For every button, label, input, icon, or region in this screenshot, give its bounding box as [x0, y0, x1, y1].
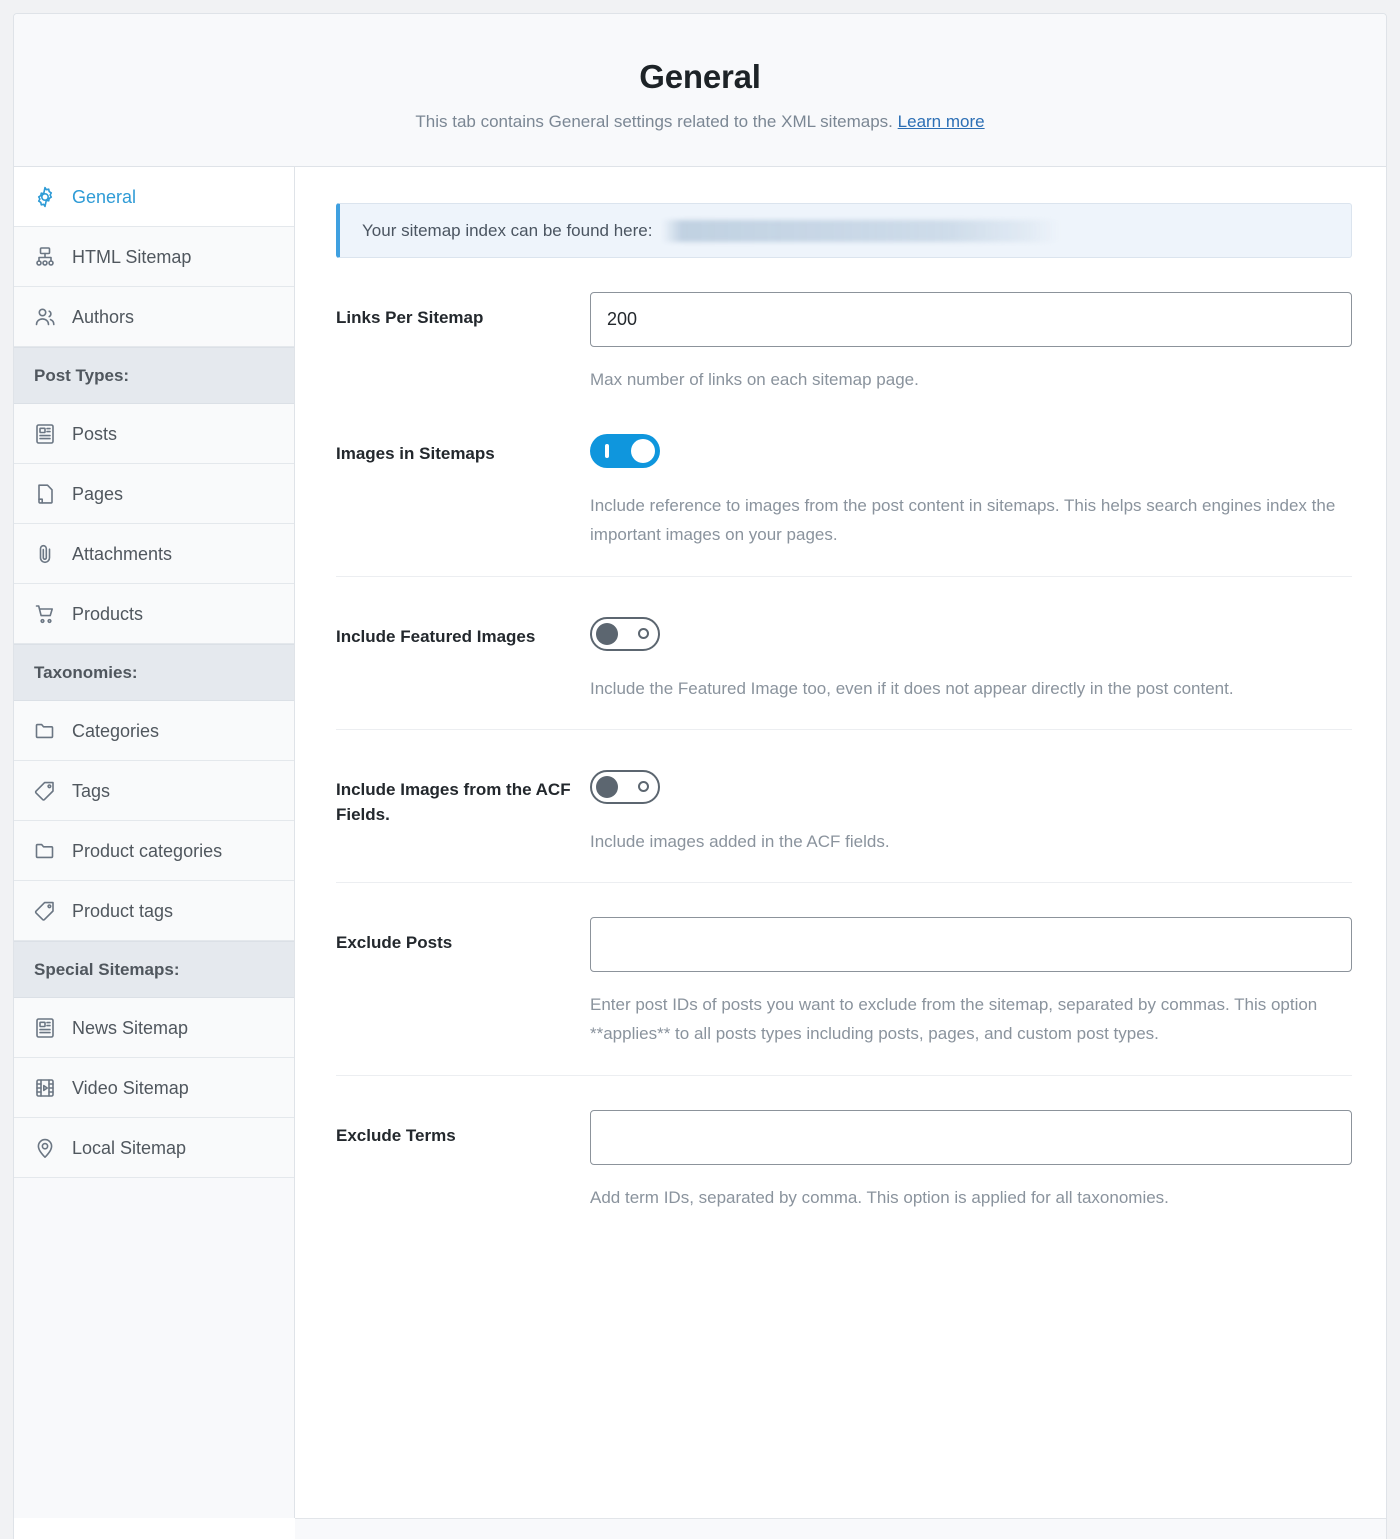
toggle-knob [596, 776, 618, 798]
sidebar-item-label: Pages [72, 485, 123, 503]
field-include-acf-images: Include Images from the ACF Fields. Incl… [336, 729, 1352, 856]
users-icon [32, 304, 58, 330]
sidebar-section-special-sitemaps: Special Sitemaps: [14, 941, 294, 998]
folder-icon [32, 718, 58, 744]
field-label-include-featured-images: Include Featured Images [336, 611, 590, 703]
settings-footer: Reset Options Save Changes [295, 1518, 1386, 1539]
page-header: General This tab contains General settin… [14, 14, 1386, 167]
sidebar-item-products[interactable]: Products [14, 584, 294, 644]
sitemap-index-url-redacted[interactable] [662, 220, 1058, 242]
settings-card: General This tab contains General settin… [13, 13, 1387, 1539]
sidebar-section-post-types: Post Types: [14, 347, 294, 404]
page-subtitle: This tab contains General settings relat… [34, 112, 1366, 132]
settings-page: General This tab contains General settin… [0, 0, 1400, 1539]
help-exclude-terms: Add term IDs, separated by comma. This o… [590, 1183, 1350, 1212]
page-icon [32, 481, 58, 507]
toggle-knob [596, 623, 618, 645]
sidebar-item-video-sitemap[interactable]: Video Sitemap [14, 1058, 294, 1118]
sitemap-tree-icon [32, 244, 58, 270]
field-label-links-per-sitemap: Links Per Sitemap [336, 292, 590, 394]
field-label-include-acf-images: Include Images from the ACF Fields. [336, 764, 590, 856]
tag-icon [32, 898, 58, 924]
page-title: General [34, 58, 1366, 96]
sidebar-item-label: Categories [72, 722, 159, 740]
help-include-acf-images: Include images added in the ACF fields. [590, 827, 1345, 856]
include-featured-images-toggle[interactable] [590, 617, 660, 651]
map-pin-icon [32, 1135, 58, 1161]
sidebar-item-label: News Sitemap [72, 1019, 188, 1037]
sidebar-item-label: Product categories [72, 842, 222, 860]
field-images-in-sitemaps: Images in Sitemaps Include reference to … [336, 394, 1352, 549]
field-label-exclude-posts: Exclude Posts [336, 917, 590, 1048]
field-exclude-posts: Exclude Posts Enter post IDs of posts yo… [336, 882, 1352, 1048]
exclude-posts-input[interactable] [590, 917, 1352, 972]
images-in-sitemaps-toggle[interactable] [590, 434, 660, 468]
sidebar-item-label: Authors [72, 308, 134, 326]
sidebar-item-label: HTML Sitemap [72, 248, 191, 266]
sidebar-item-label: Video Sitemap [72, 1079, 189, 1097]
article-icon [32, 1015, 58, 1041]
help-exclude-posts: Enter post IDs of posts you want to excl… [590, 990, 1350, 1048]
sidebar-item-product-tags[interactable]: Product tags [14, 881, 294, 941]
sidebar-item-html-sitemap[interactable]: HTML Sitemap [14, 227, 294, 287]
sidebar-item-news-sitemap[interactable]: News Sitemap [14, 998, 294, 1058]
sidebar-item-label: Product tags [72, 902, 173, 920]
settings-sidebar: General HTML Sitemap Authors Post Types: Pos… [14, 167, 295, 1518]
sidebar-item-categories[interactable]: Categories [14, 701, 294, 761]
sidebar-item-pages[interactable]: Pages [14, 464, 294, 524]
sidebar-item-posts[interactable]: Posts [14, 404, 294, 464]
toggle-circle-icon [638, 781, 649, 792]
settings-content: Your sitemap index can be found here: Li… [295, 167, 1386, 1518]
tag-icon [32, 778, 58, 804]
sidebar-item-label: Products [72, 605, 143, 623]
settings-body: General HTML Sitemap Authors Post Types: Pos… [14, 167, 1386, 1518]
links-per-sitemap-input[interactable] [590, 292, 1352, 347]
help-include-featured-images: Include the Featured Image too, even if … [590, 674, 1345, 703]
gear-icon [32, 184, 58, 210]
include-acf-images-toggle[interactable] [590, 770, 660, 804]
toggle-bar-icon [605, 444, 609, 458]
article-icon [32, 421, 58, 447]
toggle-circle-icon [638, 628, 649, 639]
shopping-cart-icon [32, 601, 58, 627]
sidebar-item-authors[interactable]: Authors [14, 287, 294, 347]
sidebar-item-label: General [72, 188, 136, 206]
sidebar-item-attachments[interactable]: Attachments [14, 524, 294, 584]
help-images-in-sitemaps: Include reference to images from the pos… [590, 491, 1345, 549]
sitemap-index-notice: Your sitemap index can be found here: [336, 203, 1352, 258]
learn-more-link[interactable]: Learn more [898, 112, 985, 131]
field-label-exclude-terms: Exclude Terms [336, 1110, 590, 1212]
film-icon [32, 1075, 58, 1101]
sidebar-item-local-sitemap[interactable]: Local Sitemap [14, 1118, 294, 1178]
field-label-images-in-sitemaps: Images in Sitemaps [336, 428, 590, 549]
sidebar-item-label: Tags [72, 782, 110, 800]
toggle-knob [631, 439, 655, 463]
sitemap-index-notice-text: Your sitemap index can be found here: [362, 221, 652, 241]
page-subtitle-text: This tab contains General settings relat… [415, 112, 893, 131]
folder-icon [32, 838, 58, 864]
sidebar-section-taxonomies: Taxonomies: [14, 644, 294, 701]
paperclip-icon [32, 541, 58, 567]
field-exclude-terms: Exclude Terms Add term IDs, separated by… [336, 1075, 1352, 1212]
field-include-featured-images: Include Featured Images Include the Feat… [336, 576, 1352, 703]
sidebar-item-tags[interactable]: Tags [14, 761, 294, 821]
sidebar-item-product-categories[interactable]: Product categories [14, 821, 294, 881]
field-links-per-sitemap: Links Per Sitemap Max number of links on… [336, 258, 1352, 394]
sidebar-item-label: Local Sitemap [72, 1139, 186, 1157]
sidebar-item-general[interactable]: General [14, 167, 294, 227]
sidebar-item-label: Attachments [72, 545, 172, 563]
exclude-terms-input[interactable] [590, 1110, 1352, 1165]
help-links-per-sitemap: Max number of links on each sitemap page… [590, 365, 1345, 394]
sidebar-item-label: Posts [72, 425, 117, 443]
